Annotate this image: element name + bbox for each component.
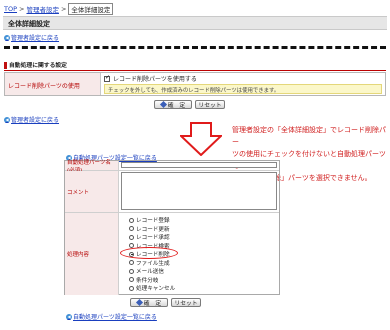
back-to-admin-label: 管理者設定に戻る <box>11 35 60 42</box>
radio-button[interactable] <box>129 226 134 232</box>
down-arrow-icon <box>180 122 222 156</box>
confirm-button[interactable]: 確 定 <box>130 298 168 307</box>
automation-parts-form: 自動処理パーツ名(必須) コメント 処理内容 レコード登録 レコード更新 レコー… <box>64 160 280 295</box>
radio-button[interactable] <box>129 277 134 283</box>
radio-button[interactable] <box>129 217 134 223</box>
back-arrow-icon: ◀ <box>4 116 10 123</box>
option-label: レコード登録 <box>136 218 170 225</box>
option-label: ファイル生成 <box>136 260 170 267</box>
truncation-divider <box>4 46 386 49</box>
option-label: レコード承認 <box>136 235 170 242</box>
process-option[interactable]: レコード更新 <box>129 225 277 234</box>
button-row-bottom: 確 定 リセット <box>130 298 201 307</box>
section-heading: 自動処理に関する設定 <box>4 62 386 71</box>
record-delete-checkbox[interactable] <box>104 74 110 82</box>
reset-button[interactable]: リセット <box>195 100 225 109</box>
comment-label: コメント <box>65 171 119 212</box>
back-to-parts-list-label: 自動処理パーツ設定一覧に戻る <box>73 314 157 321</box>
record-delete-note: チェックを外しても、作成済みのレコード削除パーツは使用できます。 <box>104 84 382 94</box>
option-label: 処理キャンセル <box>136 286 176 293</box>
process-option[interactable]: 条件分岐 <box>129 276 277 285</box>
process-option[interactable]: メール送信 <box>129 267 277 276</box>
back-to-parts-list-link-bottom[interactable]: ◀ 自動処理パーツ設定一覧に戻る <box>66 312 157 321</box>
option-label: 条件分岐 <box>136 277 159 284</box>
confirm-icon <box>159 100 167 109</box>
confirm-button[interactable]: 確 定 <box>154 100 192 109</box>
confirm-button-label: 確 定 <box>167 103 186 109</box>
process-option[interactable]: レコード登録 <box>129 216 277 225</box>
radio-button[interactable] <box>129 234 134 240</box>
comment-row: コメント <box>65 171 279 213</box>
record-delete-checkbox-row[interactable]: レコード削除パーツを使用する <box>104 74 382 83</box>
breadcrumb-separator: > <box>60 5 67 13</box>
comment-textarea[interactable] <box>121 172 277 210</box>
process-option[interactable]: レコード承認 <box>129 233 277 242</box>
button-row-top: 確 定 リセット <box>154 100 225 109</box>
section-heading-text: 自動処理に関する設定 <box>9 63 67 69</box>
breadcrumb: TOP > 管理者設定 > 全体詳細設定 <box>4 3 114 15</box>
record-delete-setting-row: レコード削除パーツの使用 レコード削除パーツを使用する チェックを外しても、作成… <box>4 72 386 96</box>
breadcrumb-separator: > <box>19 5 25 13</box>
page-title: 全体詳細設定 <box>3 16 387 30</box>
breadcrumb-admin-link[interactable]: 管理者設定 <box>26 4 59 14</box>
breadcrumb-current: 全体詳細設定 <box>68 3 114 15</box>
process-option[interactable]: ファイル生成 <box>129 259 277 268</box>
section-marker-icon <box>4 62 7 69</box>
back-arrow-icon: ◀ <box>66 313 72 320</box>
back-arrow-icon: ◀ <box>4 34 10 41</box>
process-label: 処理内容 <box>65 213 119 295</box>
radio-button[interactable] <box>129 260 134 266</box>
callout-line: 管理者設定の「全体詳細設定」でレコード削除パー <box>232 126 386 146</box>
radio-button[interactable] <box>129 285 134 291</box>
selected-option-highlight <box>120 247 178 259</box>
parts-name-row: 自動処理パーツ名(必須) <box>65 160 279 174</box>
radio-button[interactable] <box>129 268 134 274</box>
parts-name-label: 自動処理パーツ名(必須) <box>65 160 119 174</box>
record-delete-label: レコード削除パーツの使用 <box>5 73 101 95</box>
back-to-admin-link-top[interactable]: ◀ 管理者設定に戻る <box>4 33 59 42</box>
back-to-admin-label: 管理者設定に戻る <box>11 117 60 124</box>
record-delete-cell: レコード削除パーツを使用する チェックを外しても、作成済みのレコード削除パーツは… <box>101 73 385 95</box>
record-delete-checkbox-label: レコード削除パーツを使用する <box>113 76 197 83</box>
breadcrumb-top-link[interactable]: TOP <box>4 5 17 13</box>
option-label: レコード更新 <box>136 226 170 233</box>
confirm-button-label: 確 定 <box>143 301 162 307</box>
confirm-icon <box>135 298 143 307</box>
reset-button[interactable]: リセット <box>171 298 201 307</box>
parts-name-input[interactable] <box>121 162 277 168</box>
back-to-admin-link-bottom[interactable]: ◀ 管理者設定に戻る <box>4 115 59 124</box>
option-label: メール送信 <box>136 269 164 276</box>
process-option[interactable]: 処理キャンセル <box>129 284 277 293</box>
